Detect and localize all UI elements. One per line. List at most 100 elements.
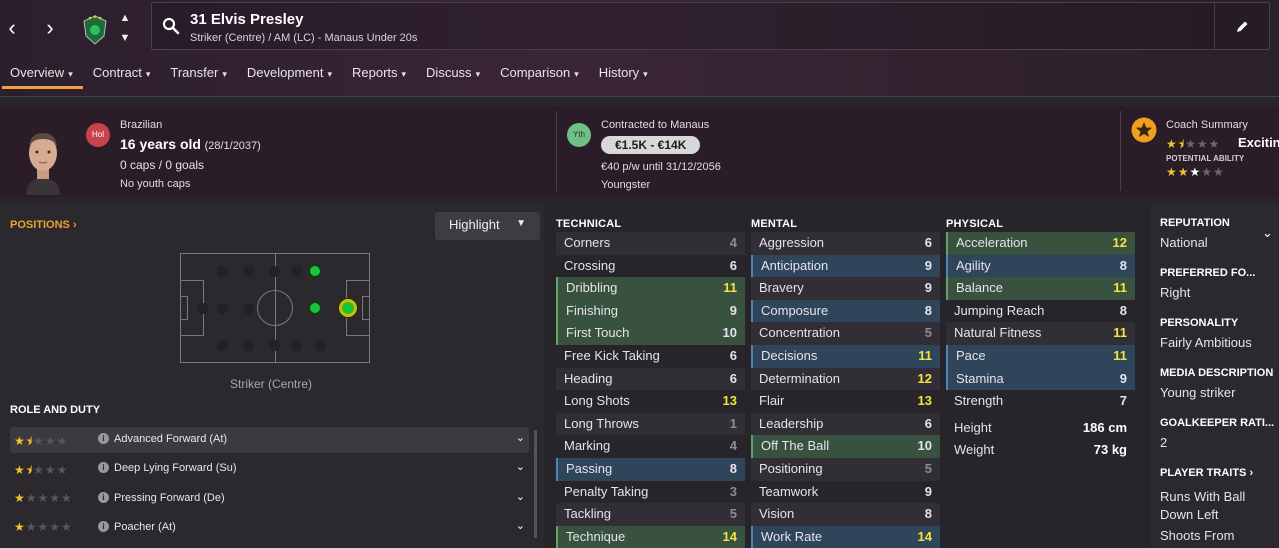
tab-development[interactable]: Development ▾ bbox=[237, 58, 342, 90]
attribute-row-key[interactable]: First Touch 10 bbox=[556, 322, 745, 345]
attribute-row-key[interactable]: Passing 8 bbox=[556, 457, 745, 481]
youth-badge[interactable]: Yth bbox=[567, 123, 591, 147]
info-icon[interactable]: i bbox=[98, 433, 109, 444]
preferred-foot-value: Right bbox=[1160, 285, 1191, 300]
forward-button[interactable]: › bbox=[38, 10, 62, 46]
chevron-down-icon: ▾ bbox=[327, 69, 332, 79]
info-icon[interactable]: i bbox=[98, 492, 109, 503]
tab-overview[interactable]: Overview ▾ bbox=[0, 58, 83, 90]
search-icon[interactable] bbox=[162, 17, 180, 35]
coach-summary-label: Coach Summary bbox=[1166, 119, 1248, 131]
attribute-row[interactable]: Long Throws 1 bbox=[556, 412, 745, 436]
chevron-up-icon[interactable]: ▲ bbox=[117, 12, 133, 24]
tab-discuss[interactable]: Discuss ▾ bbox=[416, 58, 490, 90]
attribute-row[interactable]: Tackling 5 bbox=[556, 503, 745, 526]
attribute-row[interactable]: Strength 7 bbox=[946, 390, 1135, 413]
position-slot[interactable] bbox=[291, 266, 302, 277]
player-traits-label: PLAYER TRAITS bbox=[1160, 467, 1247, 479]
tab-history[interactable]: History ▾ bbox=[589, 58, 658, 90]
player-switch-arrows[interactable]: ▲ ▼ bbox=[117, 12, 133, 44]
position-slot[interactable] bbox=[217, 266, 228, 277]
attribute-row[interactable]: Concentration 5 bbox=[751, 322, 940, 345]
attribute-row-key[interactable]: Acceleration 12 bbox=[946, 232, 1135, 255]
position-amc-dot[interactable] bbox=[308, 301, 322, 315]
attribute-value: 6 bbox=[924, 415, 932, 431]
player-face-avatar[interactable] bbox=[18, 125, 68, 195]
contract-status: Youngster bbox=[601, 179, 651, 191]
chevron-down-icon[interactable]: ⌄ bbox=[516, 519, 525, 532]
attribute-row[interactable]: Long Shots 13 bbox=[556, 390, 745, 413]
position-slot[interactable] bbox=[291, 340, 302, 351]
attribute-row[interactable]: Natural Fitness 11 bbox=[946, 322, 1135, 345]
attribute-row[interactable]: Penalty Taking 3 bbox=[556, 481, 745, 504]
attribute-row[interactable]: Free Kick Taking 6 bbox=[556, 345, 745, 368]
position-slot[interactable] bbox=[217, 303, 228, 314]
position-aml-dot[interactable] bbox=[308, 264, 322, 278]
attribute-row[interactable]: Determination 12 bbox=[751, 367, 940, 391]
position-slot[interactable] bbox=[217, 340, 228, 351]
chevron-down-icon[interactable]: ⌄ bbox=[516, 490, 525, 503]
position-slot[interactable] bbox=[243, 266, 254, 277]
role-row[interactable]: ★★★★★ i Pressing Forward (De) ⌄ bbox=[10, 486, 529, 512]
attribute-row-key[interactable]: Composure 8 bbox=[751, 299, 940, 323]
attribute-row-key[interactable]: Work Rate 14 bbox=[751, 525, 940, 548]
player-search-box[interactable]: 31 Elvis Presley Striker (Centre) / AM (… bbox=[151, 2, 1270, 50]
chevron-down-icon[interactable]: ▼ bbox=[117, 32, 133, 44]
chevron-down-icon[interactable]: ⌄ bbox=[516, 431, 525, 444]
attribute-row-key[interactable]: Anticipation 9 bbox=[751, 254, 940, 278]
position-slot[interactable] bbox=[197, 303, 208, 314]
attribute-row-key[interactable]: Technique 14 bbox=[556, 525, 745, 548]
tab-reports[interactable]: Reports ▾ bbox=[342, 58, 416, 90]
position-slot[interactable] bbox=[269, 266, 280, 277]
attribute-row[interactable]: Crossing 6 bbox=[556, 255, 745, 278]
chevron-down-icon[interactable]: ⌄ bbox=[1262, 225, 1273, 241]
attribute-row-key[interactable]: Finishing 9 bbox=[556, 299, 745, 323]
role-row[interactable]: ★⯨★★★ i Advanced Forward (At) ⌄ bbox=[10, 427, 529, 453]
attribute-value: 3 bbox=[729, 483, 737, 499]
position-slot[interactable] bbox=[243, 303, 254, 314]
info-icon[interactable]: i bbox=[98, 462, 109, 473]
attribute-row[interactable]: Leadership 6 bbox=[751, 412, 940, 436]
coach-star-icon[interactable] bbox=[1131, 117, 1157, 143]
tab-comparison[interactable]: Comparison ▾ bbox=[490, 58, 589, 90]
tab-contract[interactable]: Contract ▾ bbox=[83, 58, 161, 90]
attribute-row-key[interactable]: Dribbling 11 bbox=[556, 277, 745, 300]
attribute-row[interactable]: Aggression 6 bbox=[751, 232, 940, 255]
attribute-row[interactable]: Heading 6 bbox=[556, 367, 745, 391]
back-button[interactable]: ‹ bbox=[0, 10, 24, 46]
attribute-row[interactable]: Marking 4 bbox=[556, 435, 745, 458]
personality-badge[interactable]: Hol bbox=[86, 123, 110, 147]
attribute-value: 1 bbox=[729, 415, 737, 431]
attribute-row[interactable]: Jumping Reach 8 bbox=[946, 300, 1135, 323]
attribute-row-key[interactable]: Agility 8 bbox=[946, 254, 1135, 278]
tab-transfer[interactable]: Transfer ▾ bbox=[160, 58, 236, 90]
attribute-row[interactable]: Bravery 9 bbox=[751, 277, 940, 300]
attribute-row-key[interactable]: Off The Ball 10 bbox=[751, 435, 940, 458]
attribute-row[interactable]: Positioning 5 bbox=[751, 457, 940, 481]
player-traits-link[interactable]: PLAYER TRAITS › bbox=[1160, 467, 1253, 479]
chevron-right-icon: › bbox=[72, 219, 77, 231]
position-slot[interactable] bbox=[243, 340, 254, 351]
roles-scrollbar[interactable] bbox=[534, 430, 537, 538]
attribute-row[interactable]: Teamwork 9 bbox=[751, 481, 940, 504]
attribute-row-key[interactable]: Pace 11 bbox=[946, 344, 1135, 368]
info-icon[interactable]: i bbox=[98, 521, 109, 532]
role-row[interactable]: ★★★★★ i Poacher (At) ⌄ bbox=[10, 515, 529, 541]
position-st-dot[interactable] bbox=[339, 299, 357, 317]
role-row[interactable]: ★⯨★★★ i Deep Lying Forward (Su) ⌄ bbox=[10, 456, 529, 482]
attribute-row[interactable]: Vision 8 bbox=[751, 503, 940, 526]
value-range-pill[interactable]: €1.5K - €14K bbox=[601, 136, 701, 154]
positions-link[interactable]: POSITIONS › bbox=[10, 219, 77, 231]
highlight-dropdown[interactable]: Highlight ▼ bbox=[435, 212, 540, 240]
attribute-row[interactable]: Flair 13 bbox=[751, 390, 940, 413]
position-slot[interactable] bbox=[269, 340, 280, 351]
attribute-row-key[interactable]: Stamina 9 bbox=[946, 367, 1135, 391]
chevron-down-icon[interactable]: ⌄ bbox=[516, 460, 525, 473]
attribute-row-key[interactable]: Decisions 11 bbox=[751, 344, 940, 368]
position-slot[interactable] bbox=[315, 340, 326, 351]
attribute-row-key[interactable]: Balance 11 bbox=[946, 277, 1135, 300]
role-stars: ★⯨★★★ bbox=[14, 463, 69, 477]
highlight-label: Highlight bbox=[449, 217, 500, 232]
edit-icon[interactable] bbox=[1234, 19, 1250, 35]
attribute-row[interactable]: Corners 4 bbox=[556, 232, 745, 255]
